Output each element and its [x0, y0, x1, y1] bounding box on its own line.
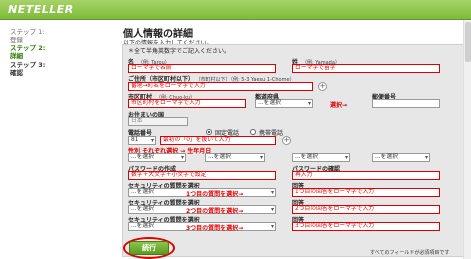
vertical-scrollbar[interactable]	[463, 20, 471, 259]
security-question-1-hint: 1つ目の質問を選択→	[186, 191, 244, 198]
dob-day-select[interactable]: ...を選択	[372, 153, 430, 162]
continue-button[interactable]: 続行	[129, 241, 169, 255]
first-name-input[interactable]: ローマ字で名前	[128, 64, 276, 73]
step-3: ステップ 3: 確認	[10, 61, 45, 77]
add-address-line-button[interactable]: +	[318, 82, 327, 91]
add-phone-button[interactable]: +	[282, 136, 291, 145]
gender-select[interactable]: ...を選択	[128, 153, 186, 162]
last-name-input[interactable]: ローマ字で苗字	[292, 64, 440, 73]
step-1: ステップ 1: 登録	[10, 28, 44, 44]
postal-input[interactable]	[372, 99, 440, 108]
phone-number-input[interactable]: 最初の「0」を抜いて入力	[160, 136, 276, 145]
neteller-logo: NETELLER	[8, 3, 74, 16]
dob-year-select[interactable]: ...を選択	[205, 153, 265, 162]
step-1-number: ステップ 1:	[10, 28, 45, 36]
phone-country-code-select[interactable]: 81	[128, 136, 156, 145]
phone-type-fixed-radio[interactable]	[206, 129, 212, 135]
step-3-number: ステップ 3:	[10, 61, 46, 69]
step-2-label: 詳細	[10, 52, 23, 60]
security-answer-1-input[interactable]: 1つ目の回答をローマ字で入力	[292, 188, 440, 197]
password-input[interactable]: 数字＋大文字＋小文字で設定	[128, 171, 276, 180]
scrollbar-thumb[interactable]	[465, 22, 471, 62]
step-1-label: 登録	[10, 36, 23, 44]
step-2-number: ステップ 2:	[10, 44, 46, 52]
security-question-3-hint: 3つ目の質問を選択→	[186, 225, 244, 232]
country-field: 日本	[128, 117, 188, 126]
step-2: ステップ 2: 詳細	[10, 44, 45, 60]
password-confirm-input[interactable]: 再入力	[292, 171, 440, 180]
address-input[interactable]: 番地→町名をローマ字で入力	[128, 82, 313, 91]
top-bar: NETELLER	[0, 0, 471, 20]
prefecture-arrow-hint: 選択→	[330, 102, 348, 109]
security-answer-3-input[interactable]: 3つ目の回答をローマ字で入力	[292, 222, 440, 231]
city-input[interactable]: 市区町村をローマ字で入力	[128, 99, 246, 108]
security-question-2-hint: 2つ目の質問を選択→	[186, 208, 244, 215]
required-fields-note: すべてのフィールドが必須項目です	[370, 250, 450, 256]
halfwidth-note: ＊全て半角英数字でご記入ください。	[128, 48, 231, 55]
page-root: NETELLER ステップ 1: 登録 ステップ 2: 詳細 ステップ 3: 確…	[0, 0, 471, 259]
step-3-label: 確認	[10, 69, 23, 77]
phone-type-mobile-radio[interactable]	[250, 129, 256, 135]
prefecture-select[interactable]: ...を選択	[255, 99, 313, 108]
dob-month-select[interactable]: ...を選択	[292, 153, 350, 162]
security-answer-2-input[interactable]: 2つ目の回答をローマ字で入力	[292, 205, 440, 214]
